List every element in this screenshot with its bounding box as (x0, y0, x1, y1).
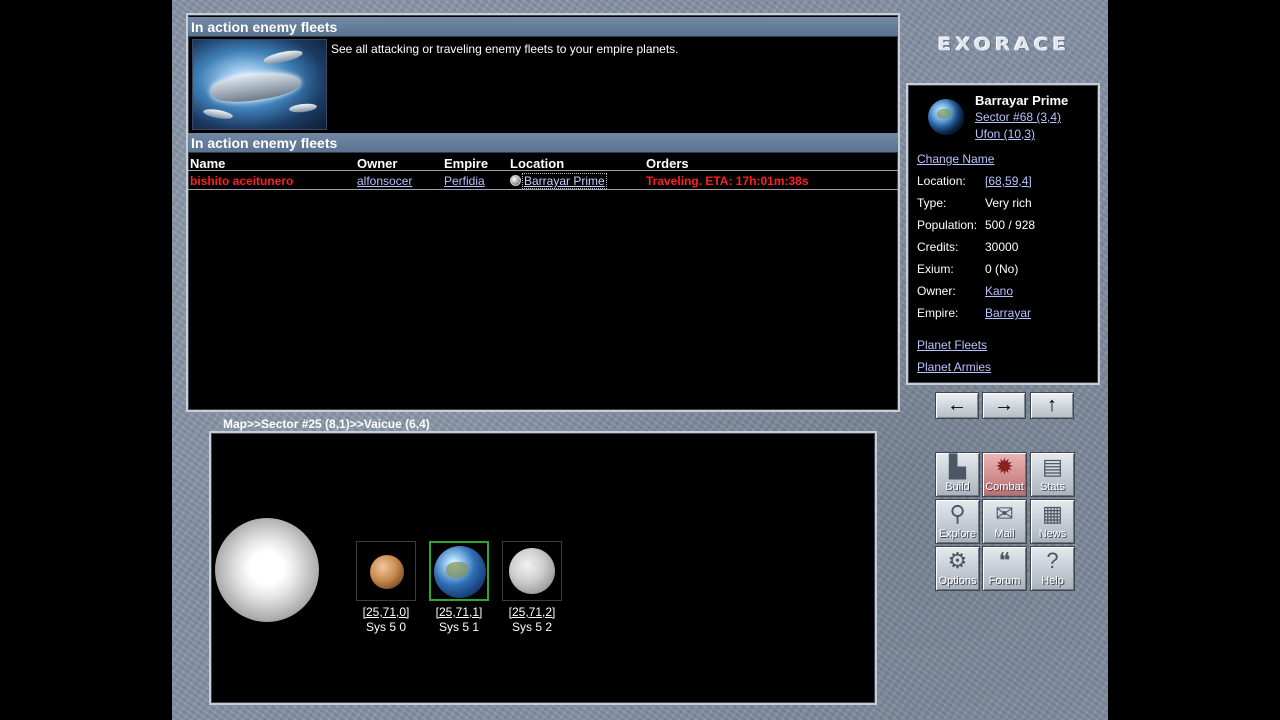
table-column-headers: Name Owner Empire Location Orders (188, 155, 898, 171)
planet-slot-0[interactable]: [25,71,0] Sys 5 0 (354, 541, 418, 634)
column-owner: Owner (357, 156, 398, 171)
news-label: News (1038, 528, 1067, 540)
options-button[interactable]: ⚙ Options (935, 546, 980, 591)
table-row: bishito aceitunero alfonsocer Perfidia B… (188, 172, 898, 190)
table-header-title: In action enemy fleets (188, 133, 898, 153)
game-screen: In action enemy fleets See all attacking… (172, 0, 1108, 720)
planet-icon (510, 175, 521, 186)
info-label: Population: (917, 218, 978, 232)
stats-button[interactable]: ▤ Stats (1030, 452, 1075, 497)
panel-description: See all attacking or traveling enemy fle… (331, 42, 679, 56)
info-label: Location: (917, 174, 966, 188)
arrow-right-icon[interactable]: → (982, 392, 1026, 419)
planet-frame[interactable] (356, 541, 416, 601)
mars-planet-icon[interactable] (370, 555, 404, 589)
arrow-left-icon[interactable]: ← (935, 392, 979, 419)
planet-sector-link[interactable]: Sector #68 (3,4) (975, 110, 1061, 124)
info-label: Credits: (917, 240, 959, 254)
empire-link[interactable]: Barrayar (985, 306, 1031, 320)
newspaper-icon: ▦ (1042, 501, 1063, 526)
info-value: 30000 (985, 240, 1019, 254)
stats-label: Stats (1039, 481, 1066, 493)
factory-icon: ▙ (949, 454, 966, 479)
planet-thumbnail-icon (928, 99, 964, 135)
planet-slot-1[interactable]: [25,71,1] Sys 5 1 (427, 541, 491, 634)
earth-planet-icon[interactable] (434, 546, 486, 598)
star-icon[interactable] (215, 518, 319, 622)
planet-info-panel: Barrayar Prime Sector #68 (3,4) Ufon (10… (906, 83, 1100, 385)
build-button[interactable]: ▙ Build (935, 452, 980, 497)
planet-frame-selected[interactable] (429, 541, 489, 601)
explore-button[interactable]: ⚲ Explore (935, 499, 980, 544)
planet-sys-label: Sys 5 2 (511, 620, 553, 634)
planet-fleets-link[interactable]: Planet Fleets (917, 338, 987, 352)
info-label: Type: (917, 196, 947, 210)
info-label: Owner: (917, 284, 956, 298)
fleet-name: bishito aceitunero (190, 174, 294, 188)
breadcrumb: Map>>Sector #25 (8,1)>>Vaicue (6,4) (223, 417, 430, 431)
fleet-empire-link[interactable]: Perfidia (444, 174, 485, 188)
column-location: Location (510, 156, 565, 171)
planet-armies-link[interactable]: Planet Armies (917, 360, 991, 374)
enemy-fleets-panel: In action enemy fleets See all attacking… (186, 13, 900, 412)
planet-coord-link[interactable]: [25,71,1] (427, 605, 491, 619)
fleet-orders: Traveling. ETA: 17h:01m:38s (646, 174, 809, 188)
panel-header: In action enemy fleets (188, 17, 898, 37)
owner-link[interactable]: Kano (985, 284, 1013, 298)
mail-label: Mail (994, 528, 1015, 540)
spaceship-icon (209, 67, 303, 107)
question-icon: ? (1046, 548, 1059, 573)
speech-bubbles-icon: ❝ (998, 548, 1011, 573)
fleet-banner-image (192, 39, 327, 130)
fleet-location-link[interactable]: Barrayar Prime (522, 173, 607, 189)
explore-label: Explore (938, 528, 977, 540)
change-name-link[interactable]: Change Name (917, 152, 994, 166)
explosion-icon: ✹ (995, 454, 1014, 479)
planet-frame[interactable] (502, 541, 562, 601)
combat-label: Combat (985, 481, 1024, 493)
planet-sys-label: Sys 5 1 (438, 620, 480, 634)
column-name: Name (190, 156, 226, 171)
game-logo: EXORACE (937, 33, 1071, 55)
planet-coord-link[interactable]: [25,71,2] (500, 605, 564, 619)
gears-icon: ⚙ (947, 548, 968, 573)
planet-name: Barrayar Prime (975, 93, 1069, 108)
location-link[interactable]: [68,59,4] (985, 174, 1032, 188)
chart-icon: ▤ (1042, 454, 1063, 479)
planet-sys-label: Sys 5 0 (365, 620, 407, 634)
build-label: Build (945, 481, 970, 493)
spaceship-icon (288, 102, 318, 114)
system-map: [25,71,0] Sys 5 0 [25,71,1] Sys 5 1 [25,… (209, 431, 877, 705)
news-button[interactable]: ▦ News (1030, 499, 1075, 544)
column-orders: Orders (646, 156, 689, 171)
planet-coord-link[interactable]: [25,71,0] (354, 605, 418, 619)
fleet-location: Barrayar Prime (510, 173, 607, 189)
combat-button[interactable]: ✹ Combat (982, 452, 1027, 497)
spaceship-icon (202, 107, 234, 121)
info-label: Exium: (917, 262, 954, 276)
options-label: Options (938, 575, 977, 587)
mail-button[interactable]: ✉ Mail (982, 499, 1027, 544)
envelope-icon: ✉ (995, 501, 1014, 526)
spaceship-icon (262, 47, 304, 67)
planet-ufon-link[interactable]: Ufon (10,3) (975, 127, 1035, 141)
help-button[interactable]: ? Help (1030, 546, 1075, 591)
info-value: Very rich (985, 196, 1032, 210)
nav-arrows: ← → ↑ (935, 392, 1077, 420)
moon-planet-icon[interactable] (509, 548, 555, 594)
fleet-owner-link[interactable]: alfonsocer (357, 174, 412, 188)
forum-label: Forum (988, 575, 1021, 587)
magnifier-icon: ⚲ (949, 501, 966, 526)
main-menu: ▙ Build ✹ Combat ▤ Stats ⚲ Explore ✉ Mai… (935, 452, 1077, 592)
info-value: 500 / 928 (985, 218, 1036, 232)
info-value: 0 (No) (985, 262, 1019, 276)
column-empire: Empire (444, 156, 489, 171)
forum-button[interactable]: ❝ Forum (982, 546, 1027, 591)
info-label: Empire: (917, 306, 959, 320)
planet-slot-2[interactable]: [25,71,2] Sys 5 2 (500, 541, 564, 634)
arrow-up-icon[interactable]: ↑ (1030, 392, 1074, 419)
help-label: Help (1041, 575, 1064, 587)
